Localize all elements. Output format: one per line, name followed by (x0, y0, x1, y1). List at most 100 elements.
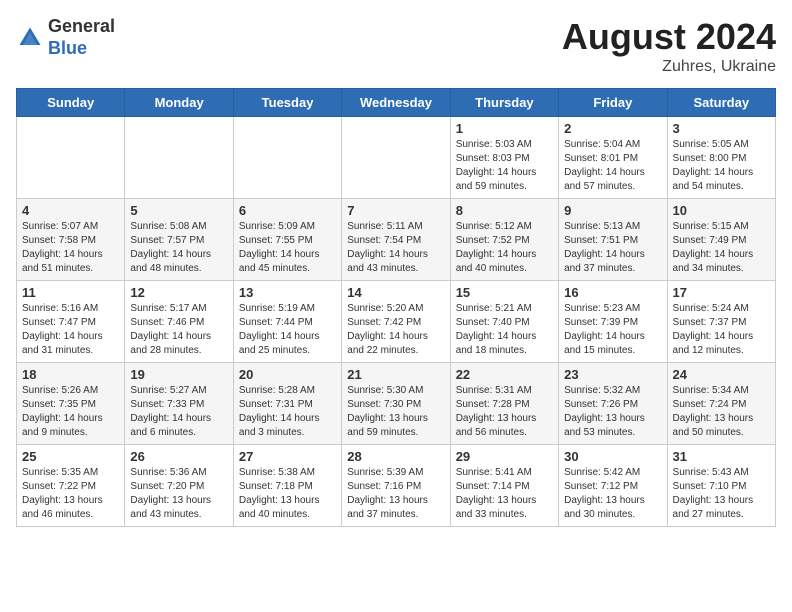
calendar-cell (125, 117, 233, 199)
day-number: 30 (564, 449, 661, 464)
calendar-cell (233, 117, 341, 199)
day-info: Sunrise: 5:38 AM Sunset: 7:18 PM Dayligh… (239, 466, 336, 522)
day-number: 31 (673, 449, 770, 464)
calendar-cell (342, 117, 450, 199)
calendar-week-4: 18 Sunrise: 5:26 AM Sunset: 7:35 PM Dayli… (17, 363, 776, 445)
day-number: 23 (564, 367, 661, 382)
day-number: 27 (239, 449, 336, 464)
day-number: 19 (130, 367, 227, 382)
calendar-cell (17, 117, 125, 199)
calendar-cell: 24 Sunrise: 5:34 AM Sunset: 7:24 PM Dayli… (667, 363, 775, 445)
day-number: 5 (130, 203, 227, 218)
day-info: Sunrise: 5:31 AM Sunset: 7:28 PM Dayligh… (456, 384, 553, 440)
calendar-cell: 7 Sunrise: 5:11 AM Sunset: 7:54 PM Daylig… (342, 199, 450, 281)
day-info: Sunrise: 5:30 AM Sunset: 7:30 PM Dayligh… (347, 384, 444, 440)
day-number: 20 (239, 367, 336, 382)
day-info: Sunrise: 5:36 AM Sunset: 7:20 PM Dayligh… (130, 466, 227, 522)
calendar-title: August 2024 (562, 16, 776, 58)
calendar-subtitle: Zuhres, Ukraine (562, 58, 776, 76)
logo: General Blue (16, 16, 115, 59)
calendar-cell: 6 Sunrise: 5:09 AM Sunset: 7:55 PM Daylig… (233, 199, 341, 281)
calendar-cell: 4 Sunrise: 5:07 AM Sunset: 7:58 PM Daylig… (17, 199, 125, 281)
day-info: Sunrise: 5:03 AM Sunset: 8:03 PM Dayligh… (456, 138, 553, 194)
day-info: Sunrise: 5:28 AM Sunset: 7:31 PM Dayligh… (239, 384, 336, 440)
day-info: Sunrise: 5:04 AM Sunset: 8:01 PM Dayligh… (564, 138, 661, 194)
day-number: 18 (22, 367, 119, 382)
calendar-cell: 3Sunrise: 5:05 AM Sunset: 8:00 PM Daylig… (667, 117, 775, 199)
day-info: Sunrise: 5:20 AM Sunset: 7:42 PM Dayligh… (347, 302, 444, 358)
calendar-week-2: 4 Sunrise: 5:07 AM Sunset: 7:58 PM Daylig… (17, 199, 776, 281)
day-info: Sunrise: 5:16 AM Sunset: 7:47 PM Dayligh… (22, 302, 119, 358)
calendar-cell: 10Sunrise: 5:15 AM Sunset: 7:49 PM Dayli… (667, 199, 775, 281)
days-of-week-row: SundayMondayTuesdayWednesdayThursdayFrid… (17, 89, 776, 117)
calendar-cell: 5 Sunrise: 5:08 AM Sunset: 7:57 PM Daylig… (125, 199, 233, 281)
calendar-cell: 19 Sunrise: 5:27 AM Sunset: 7:33 PM Dayli… (125, 363, 233, 445)
calendar-cell: 18 Sunrise: 5:26 AM Sunset: 7:35 PM Dayli… (17, 363, 125, 445)
logo-text: General Blue (48, 16, 115, 59)
calendar-header: SundayMondayTuesdayWednesdayThursdayFrid… (17, 89, 776, 117)
day-number: 2 (564, 121, 661, 136)
day-info: Sunrise: 5:12 AM Sunset: 7:52 PM Dayligh… (456, 220, 553, 276)
day-info: Sunrise: 5:26 AM Sunset: 7:35 PM Dayligh… (22, 384, 119, 440)
day-header-monday: Monday (125, 89, 233, 117)
calendar-cell: 2 Sunrise: 5:04 AM Sunset: 8:01 PM Daylig… (559, 117, 667, 199)
logo-icon (16, 24, 44, 52)
day-info: Sunrise: 5:32 AM Sunset: 7:26 PM Dayligh… (564, 384, 661, 440)
calendar-cell: 1Sunrise: 5:03 AM Sunset: 8:03 PM Daylig… (450, 117, 558, 199)
calendar-week-1: 1Sunrise: 5:03 AM Sunset: 8:03 PM Daylig… (17, 117, 776, 199)
calendar-cell: 20 Sunrise: 5:28 AM Sunset: 7:31 PM Dayli… (233, 363, 341, 445)
day-header-saturday: Saturday (667, 89, 775, 117)
calendar-week-5: 25 Sunrise: 5:35 AM Sunset: 7:22 PM Dayli… (17, 445, 776, 527)
day-number: 29 (456, 449, 553, 464)
day-number: 28 (347, 449, 444, 464)
day-header-friday: Friday (559, 89, 667, 117)
day-info: Sunrise: 5:34 AM Sunset: 7:24 PM Dayligh… (673, 384, 770, 440)
calendar-cell: 30 Sunrise: 5:42 AM Sunset: 7:12 PM Dayli… (559, 445, 667, 527)
calendar-cell: 27 Sunrise: 5:38 AM Sunset: 7:18 PM Dayli… (233, 445, 341, 527)
calendar-cell: 22Sunrise: 5:31 AM Sunset: 7:28 PM Dayli… (450, 363, 558, 445)
calendar-cell: 21Sunrise: 5:30 AM Sunset: 7:30 PM Dayli… (342, 363, 450, 445)
day-number: 9 (564, 203, 661, 218)
day-info: Sunrise: 5:09 AM Sunset: 7:55 PM Dayligh… (239, 220, 336, 276)
day-info: Sunrise: 5:11 AM Sunset: 7:54 PM Dayligh… (347, 220, 444, 276)
day-number: 7 (347, 203, 444, 218)
day-header-sunday: Sunday (17, 89, 125, 117)
day-number: 6 (239, 203, 336, 218)
day-info: Sunrise: 5:41 AM Sunset: 7:14 PM Dayligh… (456, 466, 553, 522)
calendar-cell: 15 Sunrise: 5:21 AM Sunset: 7:40 PM Dayli… (450, 281, 558, 363)
day-number: 12 (130, 285, 227, 300)
day-number: 8 (456, 203, 553, 218)
day-info: Sunrise: 5:27 AM Sunset: 7:33 PM Dayligh… (130, 384, 227, 440)
day-info: Sunrise: 5:21 AM Sunset: 7:40 PM Dayligh… (456, 302, 553, 358)
calendar-cell: 11 Sunrise: 5:16 AM Sunset: 7:47 PM Dayli… (17, 281, 125, 363)
day-info: Sunrise: 5:08 AM Sunset: 7:57 PM Dayligh… (130, 220, 227, 276)
day-number: 26 (130, 449, 227, 464)
calendar-cell: 8 Sunrise: 5:12 AM Sunset: 7:52 PM Daylig… (450, 199, 558, 281)
calendar-cell: 25 Sunrise: 5:35 AM Sunset: 7:22 PM Dayli… (17, 445, 125, 527)
calendar-table: SundayMondayTuesdayWednesdayThursdayFrid… (16, 88, 776, 527)
day-info: Sunrise: 5:35 AM Sunset: 7:22 PM Dayligh… (22, 466, 119, 522)
day-number: 25 (22, 449, 119, 464)
day-header-tuesday: Tuesday (233, 89, 341, 117)
day-info: Sunrise: 5:07 AM Sunset: 7:58 PM Dayligh… (22, 220, 119, 276)
day-info: Sunrise: 5:13 AM Sunset: 7:51 PM Dayligh… (564, 220, 661, 276)
day-info: Sunrise: 5:43 AM Sunset: 7:10 PM Dayligh… (673, 466, 770, 522)
day-number: 24 (673, 367, 770, 382)
day-info: Sunrise: 5:39 AM Sunset: 7:16 PM Dayligh… (347, 466, 444, 522)
calendar-cell: 13Sunrise: 5:19 AM Sunset: 7:44 PM Dayli… (233, 281, 341, 363)
day-number: 3 (673, 121, 770, 136)
day-number: 13 (239, 285, 336, 300)
calendar-body: 1Sunrise: 5:03 AM Sunset: 8:03 PM Daylig… (17, 117, 776, 527)
day-number: 15 (456, 285, 553, 300)
day-number: 11 (22, 285, 119, 300)
calendar-cell: 23 Sunrise: 5:32 AM Sunset: 7:26 PM Dayli… (559, 363, 667, 445)
day-header-thursday: Thursday (450, 89, 558, 117)
calendar-cell: 9 Sunrise: 5:13 AM Sunset: 7:51 PM Daylig… (559, 199, 667, 281)
day-number: 14 (347, 285, 444, 300)
calendar-cell: 29 Sunrise: 5:41 AM Sunset: 7:14 PM Dayli… (450, 445, 558, 527)
calendar-cell: 17Sunrise: 5:24 AM Sunset: 7:37 PM Dayli… (667, 281, 775, 363)
day-number: 4 (22, 203, 119, 218)
day-info: Sunrise: 5:42 AM Sunset: 7:12 PM Dayligh… (564, 466, 661, 522)
calendar-cell: 28 Sunrise: 5:39 AM Sunset: 7:16 PM Dayli… (342, 445, 450, 527)
day-number: 16 (564, 285, 661, 300)
